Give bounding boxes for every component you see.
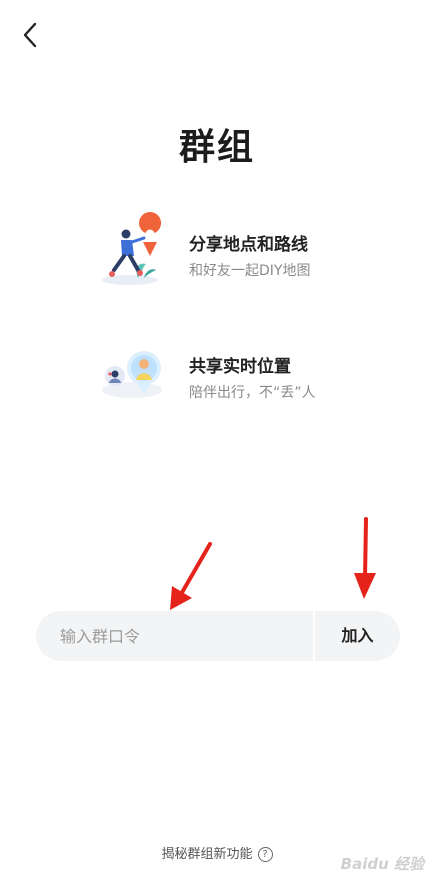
red-pointer-arrow bbox=[170, 542, 212, 610]
red-pointer-arrow bbox=[354, 517, 376, 599]
join-button[interactable]: 加入 bbox=[315, 611, 400, 661]
join-group-bar: 加入 bbox=[36, 611, 400, 661]
watermark: Baidu 经验 bbox=[340, 855, 424, 873]
live-location-illustration bbox=[102, 351, 162, 398]
footer-link-label: 揭秘群组新功能 bbox=[161, 847, 253, 862]
back-button[interactable] bbox=[14, 18, 48, 52]
feature-live-location: 共享实时位置 陪伴出行，不“丢”人 bbox=[100, 344, 420, 424]
feature-title: 分享地点和路线 bbox=[189, 235, 308, 255]
feature-share-route: 分享地点和路线 和好友一起DIY地图 bbox=[100, 212, 420, 292]
group-code-input[interactable] bbox=[36, 611, 312, 661]
help-icon: ? bbox=[257, 847, 273, 862]
back-arrow-icon bbox=[23, 22, 37, 48]
page-title: 群组 bbox=[178, 127, 255, 168]
feature-title: 共享实时位置 bbox=[189, 357, 291, 377]
share-route-illustration bbox=[102, 212, 162, 285]
feature-description: 陪伴出行，不“丢”人 bbox=[189, 385, 316, 401]
feature-description: 和好友一起DIY地图 bbox=[189, 263, 311, 279]
